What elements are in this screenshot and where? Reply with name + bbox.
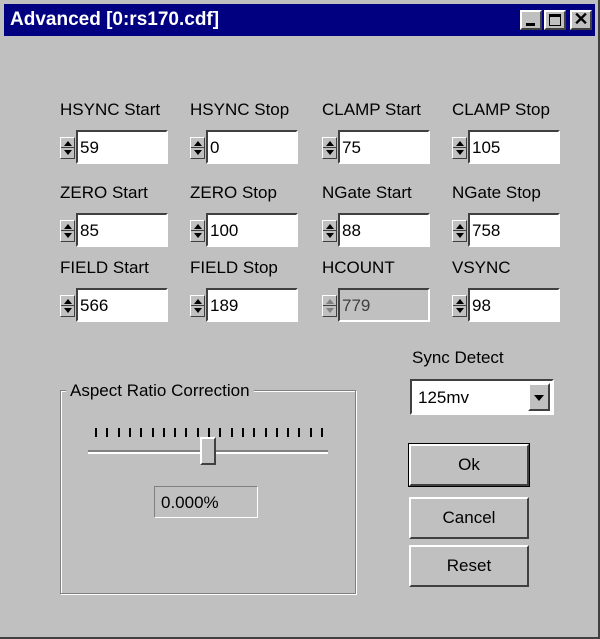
sync-detect-label: Sync Detect <box>412 348 504 367</box>
maximize-icon <box>549 14 561 26</box>
aspect-ratio-label: Aspect Ratio Correction <box>66 381 254 401</box>
field-label: CLAMP Stop <box>452 100 550 119</box>
spin-field-input: 779 <box>338 288 430 322</box>
spin-field[interactable]: 566 <box>60 288 168 322</box>
spin-field[interactable]: 85 <box>60 213 168 247</box>
ok-button[interactable]: Ok <box>408 443 530 487</box>
slider-tick <box>117 428 120 437</box>
spin-field: 779 <box>322 288 430 322</box>
field-label: FIELD Stop <box>190 258 278 277</box>
spinner-arrows-icon[interactable] <box>190 137 205 159</box>
spin-field-input[interactable]: 75 <box>338 130 430 164</box>
advanced-dialog: Advanced [0:rs170.cdf] ✕ HSYNC Start 59 HS… <box>0 0 600 639</box>
slider-tick <box>162 428 165 437</box>
title-bar[interactable]: Advanced [0:rs170.cdf] ✕ <box>4 4 595 36</box>
spin-field-input[interactable]: 88 <box>338 213 430 247</box>
field-label: NGate Stop <box>452 183 541 202</box>
spinner-arrows-icon[interactable] <box>452 295 467 317</box>
slider-tick <box>185 428 188 437</box>
spin-field-input[interactable]: 189 <box>206 288 298 322</box>
spinner-arrows-icon[interactable] <box>452 220 467 242</box>
sync-detect-select[interactable]: 125mv <box>410 379 554 415</box>
slider-tick <box>196 428 199 437</box>
spin-field[interactable]: 98 <box>452 288 560 322</box>
cancel-button[interactable]: Cancel <box>409 497 529 539</box>
slider-tick <box>298 428 301 437</box>
spinner-arrows-icon[interactable] <box>60 220 75 242</box>
aspect-ratio-slider-thumb[interactable] <box>200 437 216 465</box>
close-button[interactable]: ✕ <box>570 9 592 30</box>
field-label: NGate Start <box>322 183 412 202</box>
slider-tick <box>95 428 97 437</box>
spinner-arrows-icon[interactable] <box>322 137 337 159</box>
field-label: HSYNC Start <box>60 100 161 119</box>
spin-field-input[interactable]: 85 <box>76 213 168 247</box>
spinner-arrows-icon[interactable] <box>190 220 205 242</box>
spin-field[interactable]: 0 <box>190 130 298 164</box>
spinner-arrows-icon[interactable] <box>322 220 337 242</box>
slider-tick <box>287 428 290 437</box>
slider-tick <box>241 428 244 437</box>
chevron-down-icon[interactable] <box>528 383 550 411</box>
slider-tick <box>264 428 267 437</box>
spin-field-input[interactable]: 100 <box>206 213 298 247</box>
maximize-button[interactable] <box>544 10 566 30</box>
spin-field[interactable]: 105 <box>452 130 560 164</box>
spinner-arrows-icon[interactable] <box>60 137 75 159</box>
field-label: VSYNC <box>452 258 511 277</box>
slider-tick <box>151 428 154 437</box>
spinner-arrows-icon[interactable] <box>452 137 467 159</box>
slider-tick <box>230 428 233 437</box>
reset-button[interactable]: Reset <box>409 545 529 587</box>
field-label: HCOUNT <box>322 258 395 277</box>
slider-tick <box>106 428 109 437</box>
field-label: HSYNC Stop <box>190 100 290 119</box>
spin-field-input[interactable]: 59 <box>76 130 168 164</box>
spin-field-input[interactable]: 98 <box>468 288 560 322</box>
spin-field[interactable]: 189 <box>190 288 298 322</box>
spin-field-input[interactable]: 758 <box>468 213 560 247</box>
spin-field[interactable]: 59 <box>60 130 168 164</box>
slider-tick <box>208 428 210 437</box>
aspect-ratio-value: 0.000% <box>154 486 258 518</box>
close-icon: ✕ <box>573 9 589 29</box>
field-label: ZERO Start <box>60 183 148 202</box>
spinner-arrows-icon[interactable] <box>60 295 75 317</box>
spin-field[interactable]: 100 <box>190 213 298 247</box>
slider-tick <box>309 428 312 437</box>
field-label: FIELD Start <box>60 258 149 277</box>
minimize-icon <box>526 23 535 26</box>
spin-field-input[interactable]: 105 <box>468 130 560 164</box>
spin-field[interactable]: 758 <box>452 213 560 247</box>
slider-tick <box>219 428 222 437</box>
spin-field[interactable]: 75 <box>322 130 430 164</box>
slider-tick <box>275 428 278 437</box>
spin-field-input[interactable]: 566 <box>76 288 168 322</box>
sync-detect-value: 125mv <box>418 388 470 407</box>
spinner-arrows-icon[interactable] <box>190 295 205 317</box>
slider-tick <box>174 428 177 437</box>
spin-field[interactable]: 88 <box>322 213 430 247</box>
slider-tick <box>321 428 323 437</box>
spin-field-input[interactable]: 0 <box>206 130 298 164</box>
minimize-button[interactable] <box>520 10 542 30</box>
slider-tick <box>128 428 131 437</box>
slider-tick <box>253 428 256 437</box>
field-label: ZERO Stop <box>190 183 277 202</box>
slider-tick <box>140 428 143 437</box>
spinner-arrows-icon <box>322 295 337 317</box>
window-title: Advanced [0:rs170.cdf] <box>10 9 220 30</box>
field-label: CLAMP Start <box>322 100 421 119</box>
